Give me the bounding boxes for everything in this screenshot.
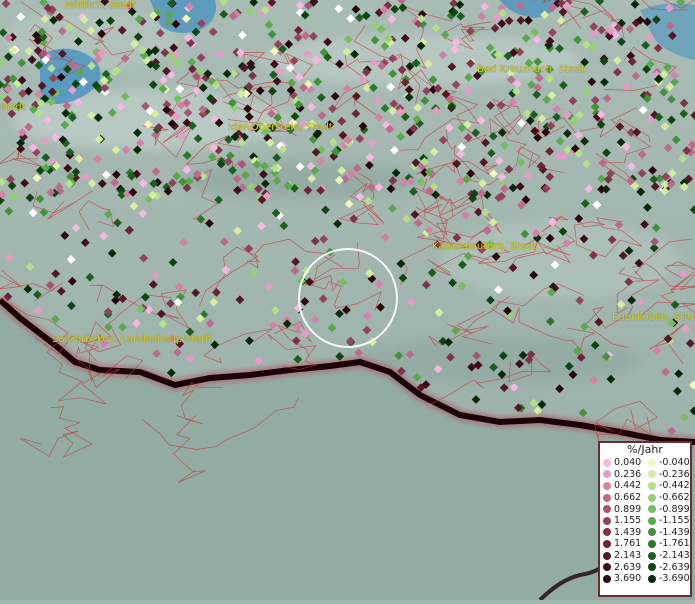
map-canvas[interactable] [0,0,695,602]
legend-rows: 0.040 -0.040 0.236 -0.236 0.442 -0.442 0.662 -0… [600,457,690,585]
legend-row: 0.236 -0.236 [600,469,690,481]
legend-row: 1.439 -1.439 [600,527,690,539]
legend-label: 0.442 [614,480,642,492]
legend-entry: -0.662 [645,492,690,503]
legend-entry: -0.899 [645,504,690,515]
legend-title: %/Jahr [627,443,663,456]
legend-swatch [603,481,611,490]
legend-label: -0.236 [659,468,690,480]
legend-swatch [603,458,611,467]
city-label: Idar-Oberstein, Stadt [228,122,333,133]
legend-label: -2.639 [659,561,690,573]
legend-swatch [603,505,611,514]
legend-swatch [648,458,656,467]
legend-entry: 0.040 [600,457,645,468]
city-label: Bad Kreuznach, Stadt [477,64,586,75]
city-label: Kaiserslautern, Stadt [432,241,537,252]
city-label: stadt [0,102,26,113]
legend-swatch [648,551,656,560]
legend-label: -0.442 [659,480,690,492]
legend-swatch [603,470,611,479]
city-label: Wittlich, Stadt [65,0,136,11]
legend-entry: 1.155 [600,515,645,526]
legend-entry: -0.442 [645,480,690,491]
legend-row: 2.143 -2.143 [600,550,690,562]
legend-swatch [603,516,611,525]
legend-entry: -0.040 [645,457,690,468]
legend-entry: 2.639 [600,562,645,573]
legend-swatch [603,574,611,583]
legend-label: -1.439 [659,526,690,538]
legend-row: 1.155 -1.155 [600,515,690,527]
legend-label: -1.761 [659,538,690,550]
legend-row: 1.761 -1.761 [600,538,690,550]
legend-entry: -0.236 [645,469,690,480]
legend-entry: 0.662 [600,492,645,503]
legend-row: 0.899 -0.899 [600,503,690,515]
legend-label: -3.690 [659,573,690,585]
legend-entry: 1.761 [600,538,645,549]
legend-label: 0.040 [614,457,642,469]
legend-swatch [648,563,656,572]
legend-label: -1.155 [659,515,690,527]
legend-swatch [603,493,611,502]
legend-swatch [603,539,611,548]
city-label: Edenkoben, Stadt [612,312,695,323]
legend-entry: 0.899 [600,504,645,515]
legend-entry: -2.639 [645,562,690,573]
legend-entry: -1.439 [645,527,690,538]
legend-swatch [603,528,611,537]
legend-swatch [648,481,656,490]
legend-entry: 0.442 [600,480,645,491]
legend-label: 1.155 [614,515,642,527]
legend-row: 2.639 -2.639 [600,561,690,573]
legend-row: 3.690 -3.690 [600,573,690,585]
legend-row: 0.442 -0.442 [600,480,690,492]
legend-label: -0.040 [659,457,690,469]
legend-label: 0.236 [614,468,642,480]
legend-swatch [603,551,611,560]
legend-swatch [648,470,656,479]
legend-swatch [648,505,656,514]
legend-row: 0.662 -0.662 [600,492,690,504]
legend-swatch [648,528,656,537]
legend-label: 2.143 [614,550,642,562]
legend-swatch [603,563,611,572]
legend-entry: -1.761 [645,538,690,549]
legend-label: 1.439 [614,526,642,538]
legend-label: 3.690 [614,573,642,585]
legend-swatch [648,516,656,525]
legend-label: 2.639 [614,561,642,573]
legend-entry: 1.439 [600,527,645,538]
legend-label: 1.761 [614,538,642,550]
legend: %/Jahr 0.040 -0.040 0.236 -0.236 0.442 -0.442… [598,441,692,597]
legend-label: 0.662 [614,492,642,504]
legend-entry: -3.690 [645,573,690,584]
legend-row: 0.040 -0.040 [600,457,690,469]
legend-swatch [648,539,656,548]
legend-entry: 3.690 [600,573,645,584]
legend-entry: 0.236 [600,469,645,480]
legend-swatch [648,574,656,583]
legend-label: -2.143 [659,550,690,562]
legend-entry: -1.155 [645,515,690,526]
legend-entry: -2.143 [645,550,690,561]
city-label: Saarbrücken, Landeshauptstadt [52,334,212,345]
legend-swatch [648,493,656,502]
map-view[interactable] [0,0,695,602]
legend-label: -0.899 [659,503,690,515]
legend-label: -0.662 [659,492,690,504]
legend-entry: 2.143 [600,550,645,561]
legend-label: 0.899 [614,503,642,515]
